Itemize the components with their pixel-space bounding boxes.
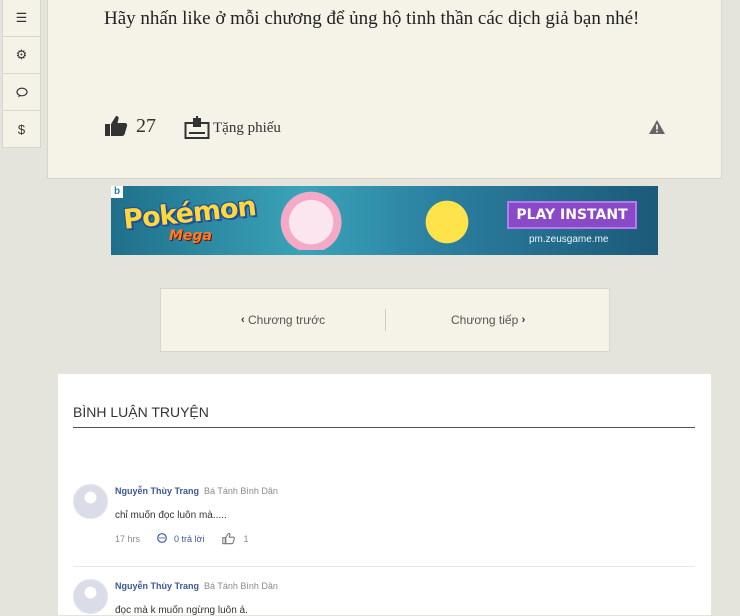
ad-badge-icon: b (111, 186, 123, 198)
vote-label: Tặng phiếu (213, 119, 281, 136)
nav-divider (385, 309, 386, 331)
next-chapter-label: Chương tiếp (451, 313, 519, 327)
like-count: 27 (136, 114, 156, 137)
comment-text: đọc mà k muốn ngừng luôn á. (115, 605, 248, 616)
prev-chapter-label: Chương trước (248, 313, 326, 327)
banner-url: pm.zeusgame.me (529, 234, 609, 245)
comment-icon (15, 87, 28, 97)
thumbs-up-icon (105, 116, 128, 136)
comment-like-button[interactable]: 1 (222, 532, 248, 545)
avatar[interactable] (73, 579, 108, 614)
vote-button[interactable]: Tặng phiếu (184, 116, 281, 140)
list-icon: ☰ (15, 10, 28, 25)
avatar[interactable] (73, 484, 108, 519)
comment-rank: Bá Tánh Bình Dân (204, 486, 278, 496)
settings-button[interactable]: ⚙ (3, 37, 40, 74)
comments-button[interactable] (3, 74, 40, 111)
comment-divider (73, 566, 695, 567)
banner-subtitle: Mega (169, 228, 212, 244)
report-button[interactable] (649, 120, 665, 139)
vote-box-icon (184, 116, 210, 139)
dollar-icon: $ (17, 121, 26, 137)
banner-pikachu-image (411, 192, 483, 252)
banner-sylveon-image (276, 188, 354, 250)
next-chapter-link[interactable]: Chương tiếp › (451, 313, 525, 327)
comments-title: BÌNH LUẬN TRUYỆN (73, 404, 695, 428)
thumbs-up-icon (222, 532, 236, 545)
chapter-navigation: ‹ Chương trước Chương tiếp › (160, 288, 610, 352)
reply-button[interactable]: 0 trả lời (156, 533, 204, 544)
comment-author[interactable]: Nguyễn Thùy Trang (115, 581, 199, 591)
donate-button[interactable]: $ (3, 111, 40, 147)
comment-like-count: 1 (243, 533, 249, 544)
play-instant-button[interactable]: PLAY INSTANT (507, 201, 637, 229)
chevron-right-icon: › (521, 314, 526, 326)
warning-icon (649, 120, 665, 134)
chapter-list-button[interactable]: ☰ (3, 0, 40, 37)
chevron-left-icon: ‹ (241, 314, 245, 326)
like-button[interactable]: 27 (104, 114, 156, 138)
comment-time: 17 hrs (115, 533, 141, 544)
comment-text: chỉ muốn đọc luôn mà..... (115, 510, 227, 521)
chapter-content-panel: Hãy nhấn like ở mỗi chương để ủng hộ tin… (47, 0, 722, 179)
comment-rank: Bá Tánh Bình Dân (204, 581, 278, 591)
comment-author[interactable]: Nguyễn Thùy Trang (115, 486, 199, 496)
comment-bubble-icon (157, 533, 167, 543)
gear-icon: ⚙ (15, 47, 28, 62)
ad-banner[interactable]: b Pokémon Mega PLAY INSTANT pm.zeusgame.… (111, 186, 658, 255)
comment-meta: 17 hrs 0 trả lời 1 (115, 532, 248, 545)
prev-chapter-link[interactable]: ‹ Chương trước (241, 313, 325, 327)
reply-count: 0 trả lời (174, 533, 205, 544)
side-toolbar: ☰ ⚙ $ (2, 0, 41, 148)
comments-section: BÌNH LUẬN TRUYỆN Nguyễn Thùy Trang Bá Tá… (58, 374, 711, 616)
chapter-note: Hãy nhấn like ở mỗi chương để ủng hộ tin… (104, 8, 640, 29)
